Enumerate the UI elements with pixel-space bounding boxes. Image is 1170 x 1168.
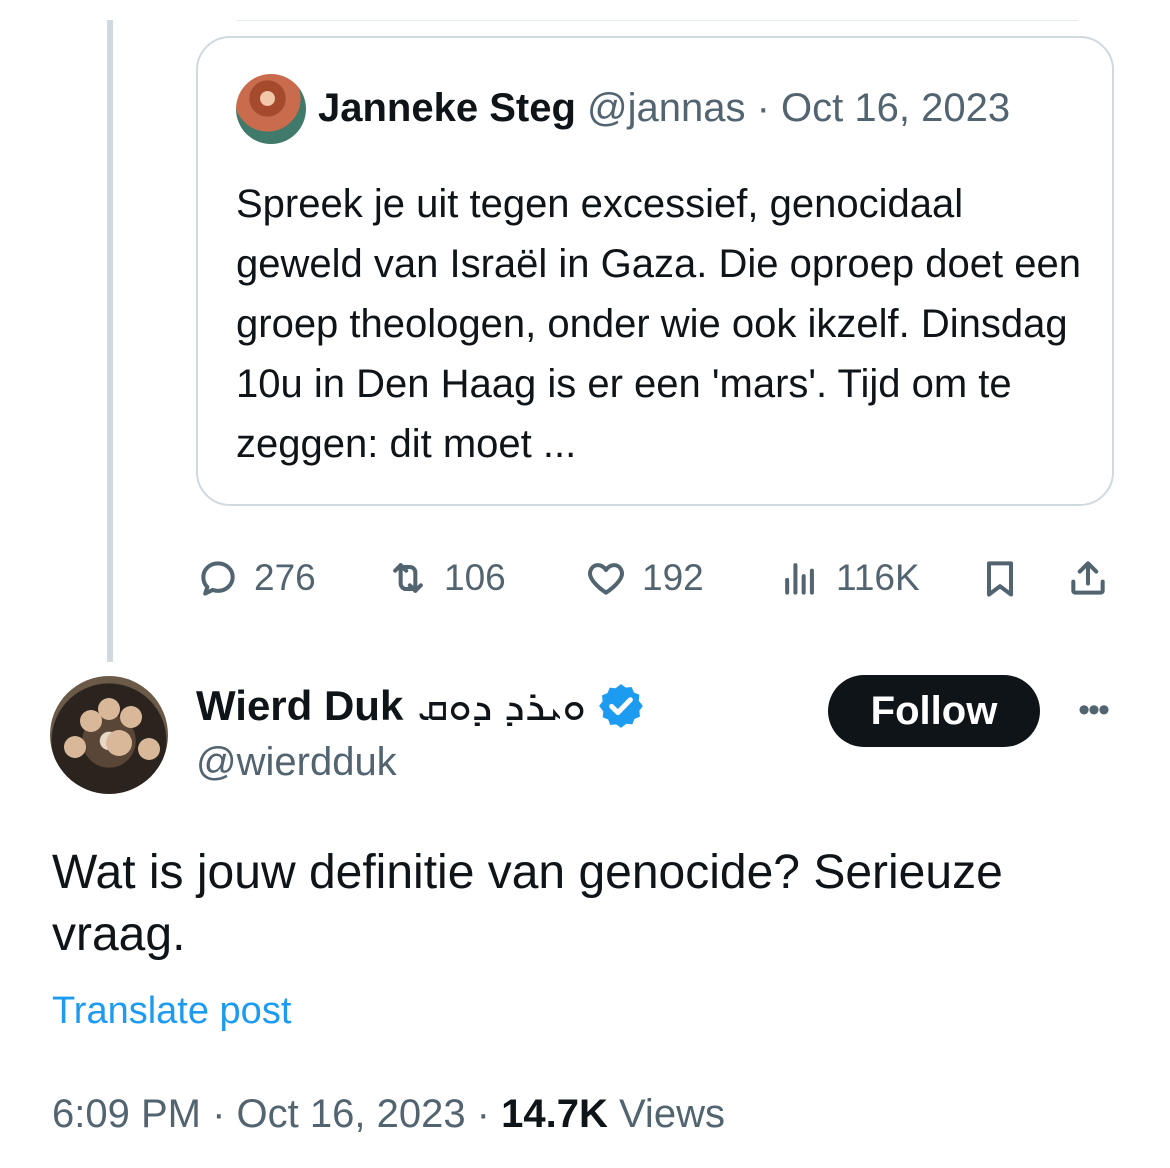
avatar-detail [138,738,160,760]
reply-author-name-suffix: ܘܝܪܕ ܕܘܩ [417,681,586,729]
separator: · [200,1092,237,1136]
reply-author-name-row: Wierd Duk ܘܝܪܕ ܕܘܩ [196,678,646,734]
thread-connector-line [107,20,113,662]
reply-button[interactable]: 276 [196,548,316,608]
more-options-icon[interactable]: ••• [1068,690,1118,730]
views-count: 14.7K [501,1092,608,1136]
tweet-metadata: 6:09 PM · Oct 16, 2023 · 14.7K Views [52,1092,725,1137]
bookmark-icon [986,561,1014,597]
like-icon [588,563,624,595]
avatar-detail [64,736,86,758]
views-button[interactable]: 116K [778,548,920,608]
like-count: 192 [642,557,704,598]
separator: · [745,86,782,130]
quoted-tweet-card[interactable]: Janneke Steg @jannas · Oct 16, 2023 Spre… [196,36,1114,506]
separator: · [465,1092,502,1136]
avatar-detail [120,706,142,728]
quoted-author-line: Janneke Steg @jannas · Oct 16, 2023 [318,86,1078,131]
reply-author-handle[interactable]: @wierdduk [196,740,397,785]
bookmark-button[interactable] [978,548,1022,608]
views-icon [785,563,814,595]
divider [236,20,1078,21]
translate-post-link[interactable]: Translate post [52,990,291,1033]
quoted-author-avatar[interactable] [236,74,306,144]
retweet-button[interactable]: 106 [386,548,506,608]
view-count: 116K [836,557,920,598]
views-label: Views [607,1092,725,1136]
share-button[interactable] [1066,548,1110,608]
like-button[interactable]: 192 [584,548,704,608]
avatar-detail [98,698,120,720]
reply-count: 276 [254,557,316,598]
quoted-date[interactable]: Oct 16, 2023 [781,86,1010,130]
share-icon [1071,561,1105,595]
avatar-detail [106,730,132,756]
quoted-author-name[interactable]: Janneke Steg [318,86,576,130]
reply-author-name[interactable]: Wierd Duk [196,682,403,730]
retweet-icon [393,563,423,593]
quoted-tweet-text: Spreek je uit tegen excessief, genocidaa… [236,182,1081,466]
action-bar: 276 106 192 116K [196,548,1120,608]
tweet-time[interactable]: 6:09 PM [52,1092,201,1136]
tweet-date[interactable]: Oct 16, 2023 [237,1092,466,1136]
retweet-count: 106 [444,557,506,598]
reply-tweet-text: Wat is jouw definitie van genocide? Seri… [52,846,1003,961]
follow-button[interactable]: Follow [828,675,1040,747]
reply-author-avatar[interactable] [50,676,168,794]
verified-badge-icon [599,684,643,728]
quoted-author-handle[interactable]: @jannas [587,86,745,130]
reply-icon [201,561,235,596]
